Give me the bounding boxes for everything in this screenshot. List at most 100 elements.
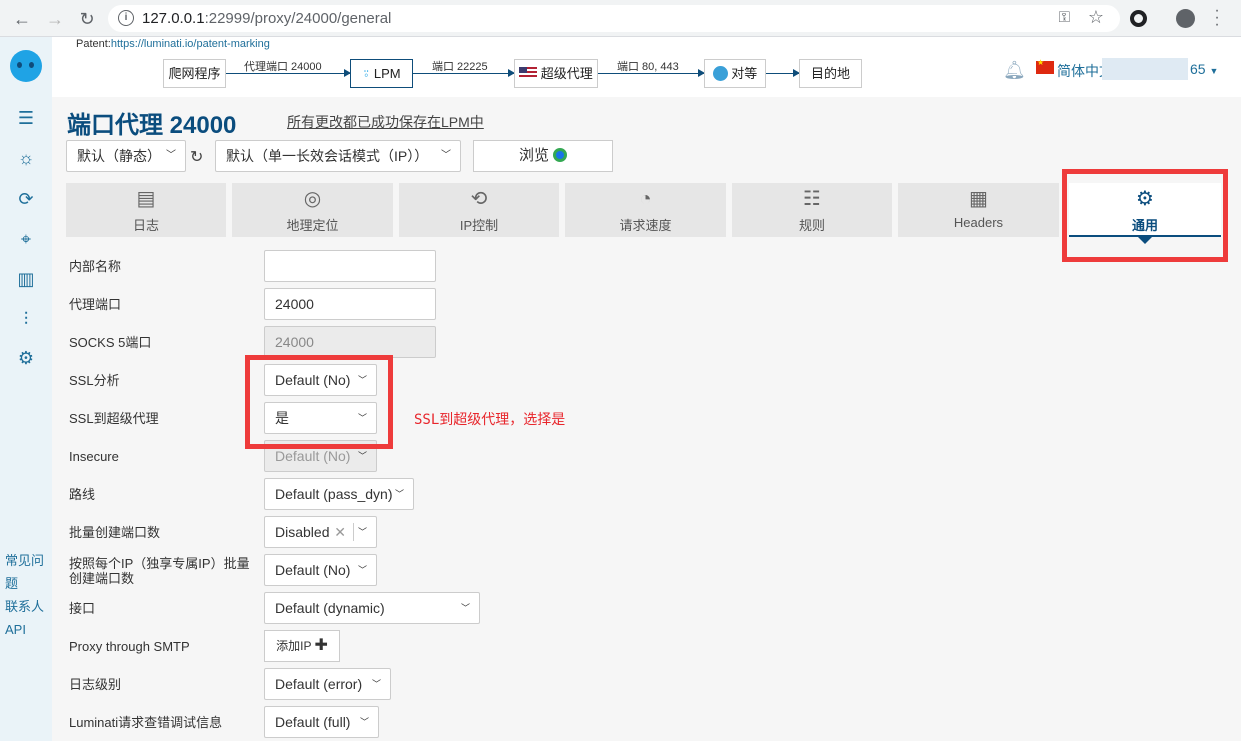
- flow-port-80-443-label: 端口 80, 443: [617, 61, 679, 73]
- chevron-down-icon: ﹀: [441, 150, 451, 161]
- ssl-analysis-label: SSL分析: [69, 373, 120, 388]
- saved-note[interactable]: 所有更改都已成功保存在LPM中: [287, 112, 484, 132]
- headers-icon: ▦: [969, 188, 988, 210]
- flow-arrow: [598, 69, 705, 77]
- patent-text: Patent:https://luminati.io/patent-markin…: [76, 38, 270, 50]
- internal-name-input[interactable]: [264, 250, 436, 282]
- reload-icon[interactable]: ↻: [76, 8, 98, 30]
- globe-icon: [712, 66, 728, 81]
- left-sidebar: ☰ ☼ ⟳ ⌖ ▥ ⫶ ⚙ 常见问题 联系人 API: [0, 37, 52, 741]
- tab-logs[interactable]: ▤ 日志: [66, 183, 226, 237]
- location-icon[interactable]: ⌖: [14, 227, 38, 251]
- insecure-label: Insecure: [69, 449, 119, 464]
- proxy-port-input[interactable]: 24000: [264, 288, 436, 320]
- redacted-area: [1102, 58, 1188, 80]
- socks-port-label: SOCKS 5端口: [69, 335, 152, 350]
- key-icon[interactable]: ⚿: [1059, 9, 1070, 26]
- bulk-ports-label: 批量创建端口数: [69, 525, 161, 540]
- flow-destination: 目的地: [799, 59, 862, 88]
- route-label: 路线: [69, 487, 96, 502]
- forward-icon[interactable]: →: [44, 8, 66, 30]
- smtp-label: Proxy through SMTP: [69, 639, 190, 654]
- per-ip-ports-select[interactable]: Default (No) ﹀: [264, 554, 377, 586]
- settings-icon[interactable]: ⚙: [14, 346, 38, 370]
- chevron-down-icon: ﹀: [357, 527, 367, 537]
- chevron-down-icon: ﹀: [460, 603, 470, 613]
- preset-select[interactable]: 默认（静态） ﹀: [66, 140, 186, 172]
- chevron-down-icon: ﹀: [359, 717, 369, 727]
- china-flag-icon: [1036, 58, 1054, 74]
- browser-toolbar: ← → ↻ i 127.0.0.1:22999/proxy/24000/gene…: [0, 0, 1241, 37]
- chrome-icon: [553, 148, 567, 162]
- interface-label: 接口: [69, 601, 96, 616]
- flow-crawler: 爬网程序: [163, 59, 226, 88]
- browse-button[interactable]: 浏览: [473, 140, 613, 172]
- flow-peer: 对等: [704, 59, 766, 88]
- socks-port-input: 24000: [264, 326, 436, 358]
- bell-icon[interactable]: 🔔︎: [1003, 60, 1026, 81]
- chevron-down-icon: ﹀: [166, 150, 176, 161]
- url-text: 127.0.0.1:22999/proxy/24000/general: [142, 10, 392, 27]
- flow-super-proxy: 超级代理: [514, 59, 598, 88]
- refresh-icon: ⟲: [470, 188, 488, 210]
- menu-dots-icon[interactable]: · · ·: [1213, 3, 1221, 33]
- sliders-icon[interactable]: ⫶: [14, 307, 38, 331]
- speedometer-icon: ◔: [639, 188, 652, 210]
- route-select[interactable]: Default (pass_dyn) ﹀: [264, 478, 414, 510]
- bookmark-star-icon[interactable]: ☆: [1088, 7, 1104, 28]
- highlight-general-tab: [1062, 169, 1228, 262]
- session-select[interactable]: 默认（单一长效会话模式（IP）） ﹀: [215, 140, 461, 172]
- refresh-icon[interactable]: ↻: [190, 147, 203, 167]
- interface-select[interactable]: Default (dynamic) ﹀: [264, 592, 480, 624]
- chevron-down-icon: ﹀: [371, 679, 381, 689]
- patent-link[interactable]: https://luminati.io/patent-marking: [111, 38, 270, 50]
- info-icon[interactable]: i: [118, 10, 134, 26]
- stats-icon[interactable]: ▥: [14, 267, 38, 291]
- select-divider: [353, 523, 354, 541]
- flow-arrow: [766, 69, 800, 77]
- internal-name-label: 内部名称: [69, 259, 122, 274]
- log-level-select[interactable]: Default (error) ﹀: [264, 668, 391, 700]
- extension-icon[interactable]: [1130, 10, 1147, 27]
- proxy-port-label: 代理端口: [69, 297, 122, 312]
- log-level-label: 日志级别: [69, 677, 122, 692]
- page-title: 端口代理 24000: [67, 112, 237, 139]
- bulk-ports-select[interactable]: Disabled ✕ ﹀: [264, 516, 377, 548]
- debug-info-select[interactable]: Default (full) ﹀: [264, 706, 379, 738]
- flow-arrow: [226, 69, 351, 77]
- highlight-ssl-fields: [245, 355, 393, 449]
- contacts-link[interactable]: 联系人: [5, 596, 44, 618]
- flow-port-22225-label: 端口 22225: [432, 61, 488, 73]
- overview-icon[interactable]: ☰: [14, 106, 38, 130]
- back-icon[interactable]: ←: [11, 8, 33, 30]
- language-suffix[interactable]: 65 ▼: [1190, 61, 1218, 77]
- check-clock-icon[interactable]: ⟳: [14, 187, 38, 211]
- tab-headers[interactable]: ▦ Headers: [898, 183, 1059, 237]
- profile-icon[interactable]: [1176, 9, 1195, 28]
- tab-request-speed[interactable]: ◔ 请求速度: [565, 183, 726, 237]
- flow-lpm: ⍤ LPM: [350, 59, 413, 88]
- tab-geo[interactable]: ◎ 地理定位: [232, 183, 393, 237]
- debug-info-label: Luminati请求查错调试信息: [69, 715, 223, 730]
- tab-rules[interactable]: ☷ 规则: [732, 183, 892, 237]
- chevron-down-icon: ﹀: [394, 489, 404, 499]
- us-flag-icon: [519, 67, 538, 79]
- logs-icon: ▤: [136, 188, 156, 210]
- flow-proxy-port-label: 代理端口 24000: [244, 61, 322, 73]
- annotation-text: SSL到超级代理，选择是: [414, 412, 566, 428]
- lpm-icon: ⍤: [362, 66, 371, 81]
- chevron-down-icon: ▼: [1209, 66, 1219, 76]
- plus-icon: ✚: [314, 637, 328, 654]
- add-ip-button[interactable]: 添加IP ✚: [264, 630, 340, 662]
- clear-icon[interactable]: ✕: [334, 517, 346, 547]
- api-link[interactable]: API: [5, 619, 26, 641]
- luminati-logo[interactable]: [10, 50, 42, 82]
- address-bar[interactable]: i 127.0.0.1:22999/proxy/24000/general ⚿ …: [108, 5, 1120, 32]
- fingerprint-icon: ◎: [303, 188, 322, 210]
- per-ip-ports-label: 按照每个IP（独享专属IP）批量创建端口数: [69, 556, 250, 586]
- tab-ip-control[interactable]: ⟲ IP控制: [399, 183, 559, 237]
- flow-arrow: [413, 69, 515, 77]
- ssl-super-proxy-label: SSL到超级代理: [69, 411, 159, 426]
- faq-link[interactable]: 常见问题: [5, 549, 50, 595]
- lightbulb-icon[interactable]: ☼: [14, 146, 38, 170]
